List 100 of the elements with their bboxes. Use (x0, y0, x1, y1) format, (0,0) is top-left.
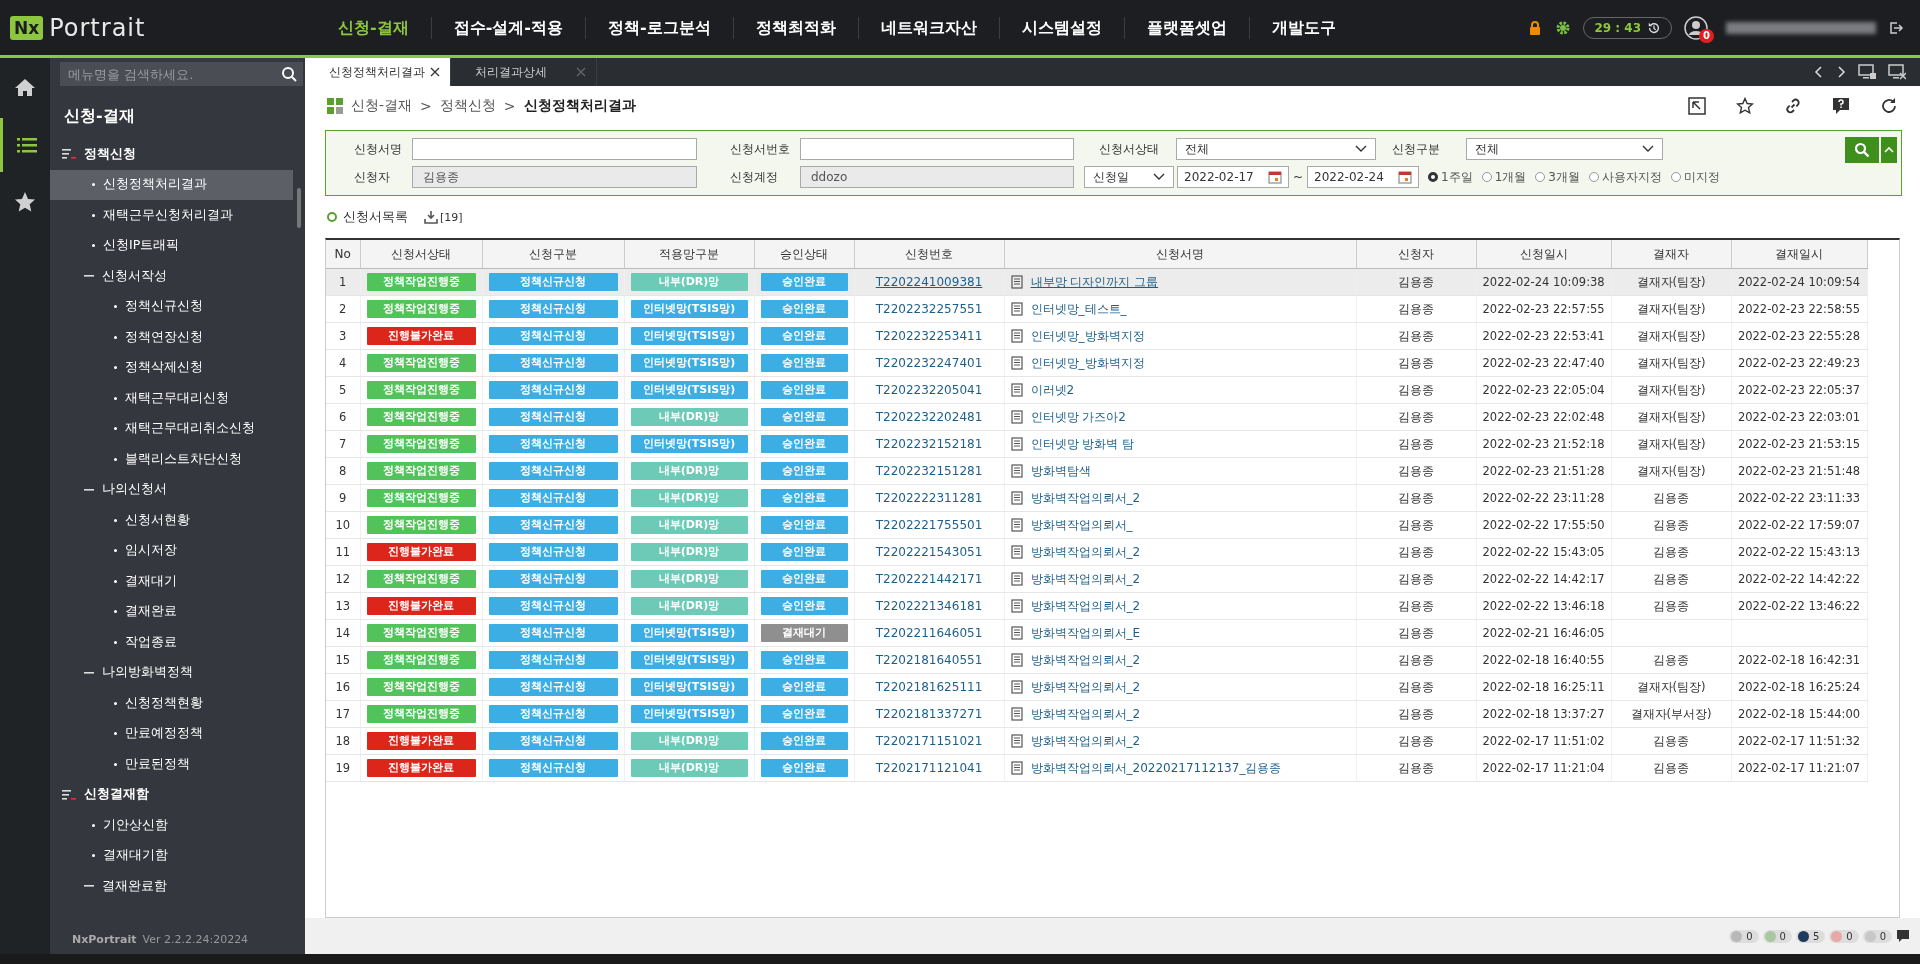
status-counter[interactable]: 0 (1862, 929, 1892, 943)
menu-item[interactable]: 결재완료함 (50, 871, 293, 902)
tab[interactable]: 처리결과상세 (451, 58, 597, 86)
menu-item[interactable]: 결재대기 (50, 566, 293, 597)
menu-item[interactable]: 정책신규신청 (50, 291, 293, 322)
close-icon[interactable] (430, 67, 440, 77)
exit-fullscreen-icon[interactable] (1688, 97, 1706, 115)
download-icon[interactable] (424, 210, 438, 224)
request-number-link[interactable]: T2202232152181 (875, 437, 983, 451)
period-radio[interactable]: 3개월 (1535, 168, 1580, 186)
request-number-link[interactable]: T2202232257551 (875, 302, 983, 316)
request-number-link[interactable]: T2202221442171 (875, 572, 983, 586)
menu-item[interactable]: 신청서작성 (50, 261, 293, 292)
menu-item[interactable]: 작업종료 (50, 627, 293, 658)
date-field[interactable]: 2022-02-17 (1177, 166, 1289, 188)
history-icon[interactable] (1647, 20, 1661, 35)
request-name-link[interactable]: 방화벽작업의뢰서_2 (1030, 543, 1141, 561)
monitor-icon[interactable] (1888, 64, 1906, 80)
menu-item[interactable]: 기안상신함 (50, 810, 293, 841)
menu-item[interactable]: 나의신청서 (50, 474, 293, 505)
menu-item[interactable]: 신청IP트래픽 (50, 230, 293, 261)
table-row[interactable]: 1 정책작업진행중 정책신규신청 내부(DR)망 승인완료 T2202241009381 내부망 디자인까지 그룹 김용종 2022-02-24 10:09:38 결재자(팀장) 2022-02-24 10:09:54 (326, 268, 1867, 296)
menu-item[interactable]: 정책삭제신청 (50, 352, 293, 383)
table-row[interactable]: 14 정책작업진행중 정책신규신청 인터넷망(TSIS망) 결재대기 T2202211646051 방화벽작업의뢰서_E 김용종 2022-02-21 16:46:05 (326, 619, 1867, 647)
menu-item[interactable]: 신청결재함 (50, 779, 293, 810)
menu-item[interactable]: 만료된정책 (50, 749, 293, 780)
menu-item[interactable]: 나의방화벽정책 (50, 657, 293, 688)
period-radio[interactable]: 1주일 (1428, 168, 1473, 186)
menu-tab[interactable]: 신청-결재 (316, 16, 431, 39)
menu-tab[interactable]: 플랫폼셋업 (1123, 16, 1249, 39)
request-name-link[interactable]: 방화벽작업의뢰서_2 (1030, 597, 1141, 615)
status-counter[interactable]: 0 (1829, 929, 1859, 943)
link-icon[interactable] (1784, 97, 1802, 115)
menu-item[interactable]: 재택근무대리취소신청 (50, 413, 293, 444)
table-row[interactable]: 10 정책작업진행중 정책신규신청 내부(DR)망 승인완료 T2202221755501 방화벽작업의뢰서_ 김용종 2022-02-22 17:55:50 김용종 2022-02-22 17:59:07 (326, 511, 1867, 539)
table-row[interactable]: 15 정책작업진행중 정책신규신청 인터넷망(TSIS망) 승인완료 T2202181640551 방화벽작업의뢰서_2 김용종 2022-02-18 16:40:55 김용종 2022-02-18 16:42:31 (326, 646, 1867, 674)
search-button[interactable] (1845, 137, 1879, 163)
settings-icon[interactable] (1555, 19, 1572, 36)
calendar-icon[interactable] (1268, 170, 1282, 184)
table-row[interactable]: 3 진행불가완료 정책신규신청 인터넷망(TSIS망) 승인완료 T2202232253411 인터넷망_방화벽지정 김용종 2022-02-23 22:53:41 결재자(팀장) 2022-02-23 22:55:28 (326, 322, 1867, 350)
table-row[interactable]: 17 정책작업진행중 정책신규신청 인터넷망(TSIS망) 승인완료 T2202181337271 방화벽작업의뢰서_2 김용종 2022-02-18 13:37:27 결재자(부서장) 2022-02-18 15:44:00 (326, 700, 1867, 728)
menu-item[interactable]: 결재대기함 (50, 840, 293, 871)
period-radio[interactable]: 미지정 (1671, 168, 1720, 186)
table-row[interactable]: 13 진행불가완료 정책신규신청 내부(DR)망 승인완료 T2202221346181 방화벽작업의뢰서_2 김용종 2022-02-22 13:46:18 김용종 2022-02-22 13:46:22 (326, 592, 1867, 620)
request-number-link[interactable]: T2202232151281 (875, 464, 983, 478)
tab[interactable]: 신청정책처리결과 (305, 58, 451, 86)
request-name-link[interactable]: 인터넷망_방화벽지정 (1030, 354, 1145, 372)
monitor-icon[interactable] (1858, 64, 1876, 80)
request-number-link[interactable]: T2202181337271 (875, 707, 983, 721)
menu-tab[interactable]: 정책-로그분석 (584, 16, 733, 39)
table-row[interactable]: 11 진행불가완료 정책신규신청 내부(DR)망 승인완료 T2202221543051 방화벽작업의뢰서_2 김용종 2022-02-22 15:43:05 김용종 2022-02-22 15:43:13 (326, 538, 1867, 566)
menu-item[interactable]: 만료예정정책 (50, 718, 293, 749)
menu-item[interactable]: 재택근무신청처리결과 (50, 200, 293, 231)
table-row[interactable]: 7 정책작업진행중 정책신규신청 인터넷망(TSIS망) 승인완료 T2202232152181 인터넷망 방화벽 탐 김용종 2022-02-23 21:52:18 결재자(팀장) 2022-02-23 21:53:15 (326, 430, 1867, 458)
help-icon[interactable] (1832, 97, 1850, 115)
text-field[interactable] (412, 138, 697, 160)
status-counter[interactable]: 5 (1795, 929, 1826, 943)
menu-item[interactable]: 신청서현황 (50, 505, 293, 536)
request-number-link[interactable]: T2202221755501 (875, 518, 983, 532)
collapse-button[interactable] (1881, 137, 1897, 163)
menu-tab[interactable]: 정책최적화 (732, 16, 858, 39)
dropdown[interactable]: 전체 (1466, 138, 1663, 160)
date-type-dropdown[interactable]: 신청일 (1084, 166, 1174, 188)
table-row[interactable]: 19 진행불가완료 정책신규신청 내부(DR)망 승인완료 T2202171121041 방화벽작업의뢰서_20220217112137_김용종 김용종 2022-02-17 11:21:04 김용종 2022-02-17 11:21:07 (326, 754, 1867, 782)
request-name-link[interactable]: 방화벽작업의뢰서_2 (1030, 570, 1141, 588)
request-number-link[interactable]: T2202221543051 (875, 545, 983, 559)
table-row[interactable]: 12 정책작업진행중 정책신규신청 내부(DR)망 승인완료 T2202221442171 방화벽작업의뢰서_2 김용종 2022-02-22 14:42:17 김용종 2022-02-22 14:42:22 (326, 565, 1867, 593)
request-number-link[interactable]: T2202232253411 (875, 329, 983, 343)
request-number-link[interactable]: T2202232247401 (875, 356, 983, 370)
breadcrumb-item[interactable]: 정책신청 (439, 97, 496, 115)
request-number-link[interactable]: T2202211646051 (875, 626, 983, 640)
request-name-link[interactable]: 인터넷망_테스트_ (1030, 300, 1127, 318)
request-name-link[interactable]: 이러넷2 (1030, 381, 1075, 399)
breadcrumb-item[interactable]: 신청-결재 (351, 97, 413, 115)
request-name-link[interactable]: 방화벽작업의뢰서_2 (1030, 678, 1141, 696)
menu-item[interactable]: 신청정책처리결과 (50, 169, 293, 200)
table-row[interactable]: 18 진행불가완료 정책신규신청 내부(DR)망 승인완료 T2202171151021 방화벽작업의뢰서_2 김용종 2022-02-17 11:51:02 김용종 2022-02-17 11:51:32 (326, 727, 1867, 755)
request-number-link[interactable]: T2202232205041 (875, 383, 983, 397)
status-counter[interactable]: 0 (1762, 929, 1792, 943)
request-name-link[interactable]: 방화벽작업의뢰서_2 (1030, 705, 1141, 723)
status-counter[interactable]: 0 (1729, 929, 1759, 943)
date-field[interactable]: 2022-02-24 (1307, 166, 1420, 188)
user-avatar-icon[interactable] (1684, 15, 1708, 40)
request-number-link[interactable]: T2202181640551 (875, 653, 983, 667)
menu-tab[interactable]: 개발도구 (1248, 16, 1358, 39)
star-icon[interactable] (1736, 97, 1754, 115)
request-number-link[interactable]: T2202221346181 (875, 599, 983, 613)
menu-item[interactable]: 블랙리스트차단신청 (50, 444, 293, 475)
request-number-link[interactable]: T2202171151021 (875, 734, 983, 748)
chevron-right-icon[interactable] (1836, 66, 1846, 78)
request-name-link[interactable]: 인터넷망_방화벽지정 (1030, 327, 1145, 345)
request-name-link[interactable]: 방화벽탐색 (1030, 462, 1091, 480)
request-name-link[interactable]: 방화벽작업의뢰서_20220217112137_김용종 (1030, 759, 1282, 777)
request-name-link[interactable]: 방화벽작업의뢰서_E (1030, 624, 1141, 642)
request-name-link[interactable]: 방화벽작업의뢰서_2 (1030, 489, 1141, 507)
period-radio[interactable]: 1개월 (1481, 168, 1527, 186)
table-row[interactable]: 9 정책작업진행중 정책신규신청 내부(DR)망 승인완료 T2202222311281 방화벽작업의뢰서_2 김용종 2022-02-22 23:11:28 김용종 2022-02-22 23:11:33 (326, 484, 1867, 512)
request-name-link[interactable]: 방화벽작업의뢰서_2 (1030, 651, 1141, 669)
request-number-link[interactable]: T2202171121041 (875, 761, 983, 775)
request-name-link[interactable]: 인터넷망 방화벽 탐 (1030, 435, 1135, 453)
